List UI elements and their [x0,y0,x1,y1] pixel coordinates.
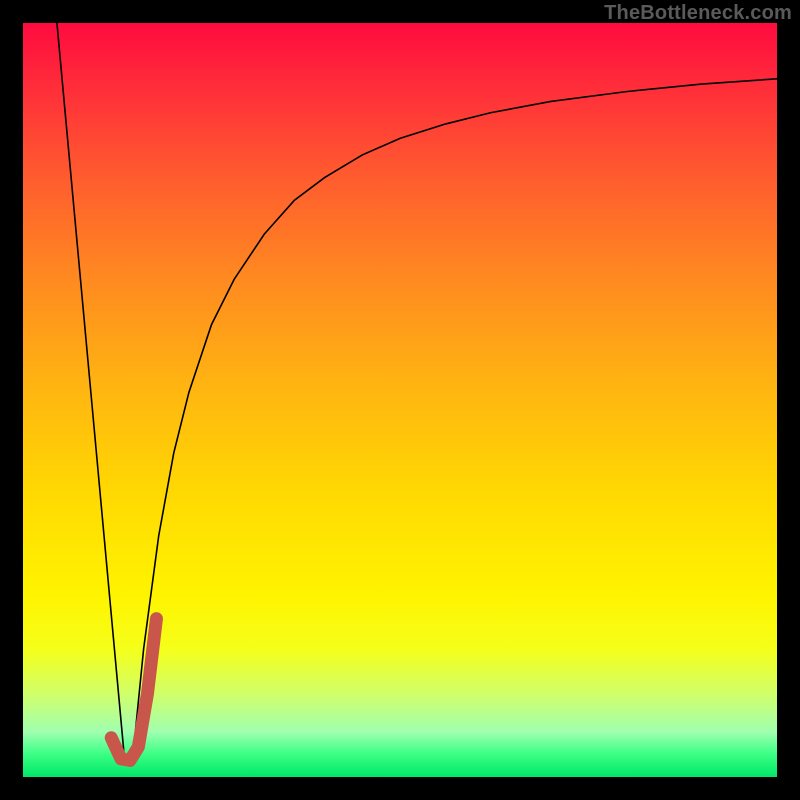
watermark-label: TheBottleneck.com [604,2,792,25]
chart-plot-area [23,23,777,777]
series-left-line [57,23,125,762]
series-right-curve [132,79,777,762]
chart-svg [23,23,777,777]
